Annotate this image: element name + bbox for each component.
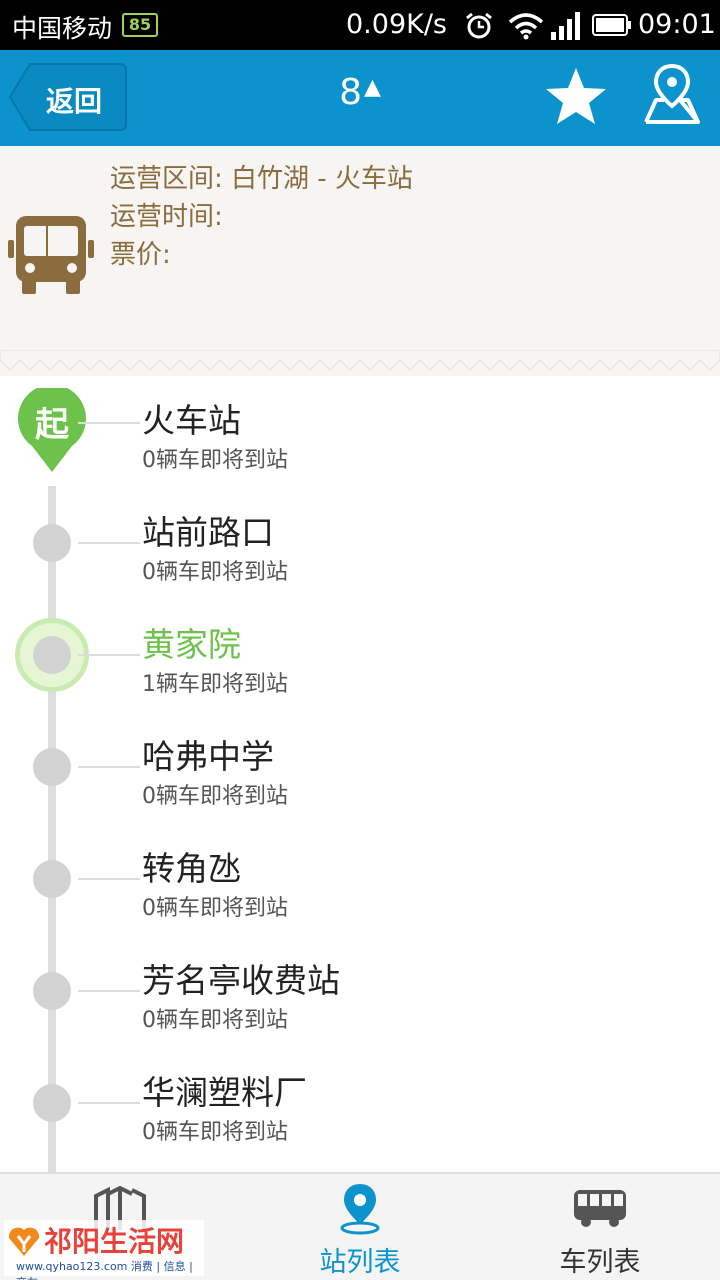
carrier-name: 中国移动 xyxy=(12,14,113,43)
station-dot xyxy=(33,636,71,674)
watermark-logo-icon xyxy=(8,1227,40,1256)
station-dot xyxy=(33,860,71,898)
station-status: 1辆车即将到站 xyxy=(142,672,288,697)
station-name: 火车站 xyxy=(142,401,241,440)
status-bar: 中国移动 85 0.09K/s 09:01 xyxy=(0,0,720,50)
station-name: 哈弗中学 xyxy=(142,737,274,776)
nav-item-buses[interactable]: 车列表 xyxy=(480,1174,720,1280)
station-status: 0辆车即将到站 xyxy=(142,560,288,585)
station-name: 转角氹 xyxy=(142,849,241,888)
nav-item-stations[interactable]: 站列表 xyxy=(240,1174,480,1280)
station-status: 0辆车即将到站 xyxy=(142,448,288,473)
watermark-subtitle: www.qyhao123.com 消费 | 信息 | 交友 xyxy=(16,1260,193,1280)
battery-icon xyxy=(592,14,631,36)
app-header: 返回 8▲ xyxy=(0,50,720,146)
station-name: 站前路口 xyxy=(142,513,274,552)
station-dot xyxy=(33,972,71,1010)
station-dot xyxy=(33,524,71,562)
station-item[interactable]: 转角氹 0辆车即将到站 xyxy=(0,824,720,936)
station-item[interactable]: 芳名亭收费站 0辆车即将到站 xyxy=(0,936,720,1048)
station-dot xyxy=(33,1084,71,1122)
station-connector xyxy=(78,422,140,424)
station-status: 0辆车即将到站 xyxy=(142,784,288,809)
service-range: 运营区间: 白竹湖 - 火车站 xyxy=(110,164,413,194)
station-connector xyxy=(78,654,140,656)
station-connector xyxy=(78,878,140,880)
route-title[interactable]: 8▲ xyxy=(0,72,720,113)
station-item-current[interactable]: 黄家院 1辆车即将到站 xyxy=(0,600,720,712)
start-pin-icon: 起 xyxy=(18,388,86,472)
station-connector xyxy=(78,1102,140,1104)
service-hours: 运营时间: xyxy=(110,202,223,232)
clock-time: 09:01 xyxy=(638,9,716,40)
station-status: 0辆车即将到站 xyxy=(142,896,288,921)
alarm-icon xyxy=(466,12,492,39)
station-connector xyxy=(78,990,140,992)
station-item[interactable]: 起 火车站 0辆车即将到站 xyxy=(0,376,720,488)
bus-icon xyxy=(8,216,94,294)
battery-badge: 85 xyxy=(122,13,158,37)
fare: 票价: xyxy=(110,240,171,270)
wifi-icon xyxy=(508,13,544,40)
location-pin-icon xyxy=(340,1184,380,1235)
station-name: 芳名亭收费站 xyxy=(142,961,340,1000)
route-direction-arrow: ▲ xyxy=(363,75,381,100)
star-icon[interactable] xyxy=(544,66,608,126)
watermark: 祁阳生活网 www.qyhao123.com 消费 | 信息 | 交友 xyxy=(4,1220,204,1280)
watermark-title: 祁阳生活网 xyxy=(44,1225,185,1258)
station-item[interactable]: 哈弗中学 0辆车即将到站 xyxy=(0,712,720,824)
station-item[interactable]: 站前路口 0辆车即将到站 xyxy=(0,488,720,600)
station-list: 起 火车站 0辆车即将到站 站前路口 0辆车即将到站 黄家院 1辆车即将到站 哈… xyxy=(0,376,720,1172)
station-status: 0辆车即将到站 xyxy=(142,1120,288,1145)
station-connector xyxy=(78,766,140,768)
network-speed: 0.09K/s xyxy=(346,9,447,40)
map-pin-icon[interactable] xyxy=(640,62,704,126)
start-label: 起 xyxy=(35,405,70,445)
station-name: 华澜塑料厂 xyxy=(142,1073,307,1112)
station-dot xyxy=(33,748,71,786)
station-item[interactable]: 华澜塑料厂 0辆车即将到站 xyxy=(0,1048,720,1160)
bus-list-icon xyxy=(574,1190,626,1227)
station-status: 0辆车即将到站 xyxy=(142,1008,288,1033)
zigzag-divider xyxy=(0,350,720,371)
route-number: 8 xyxy=(339,72,362,113)
signal-icon xyxy=(551,12,580,40)
station-connector xyxy=(78,542,140,544)
station-name: 黄家院 xyxy=(142,625,241,664)
nav-label-buses: 车列表 xyxy=(559,1247,641,1278)
nav-label-stations: 站列表 xyxy=(319,1247,401,1278)
